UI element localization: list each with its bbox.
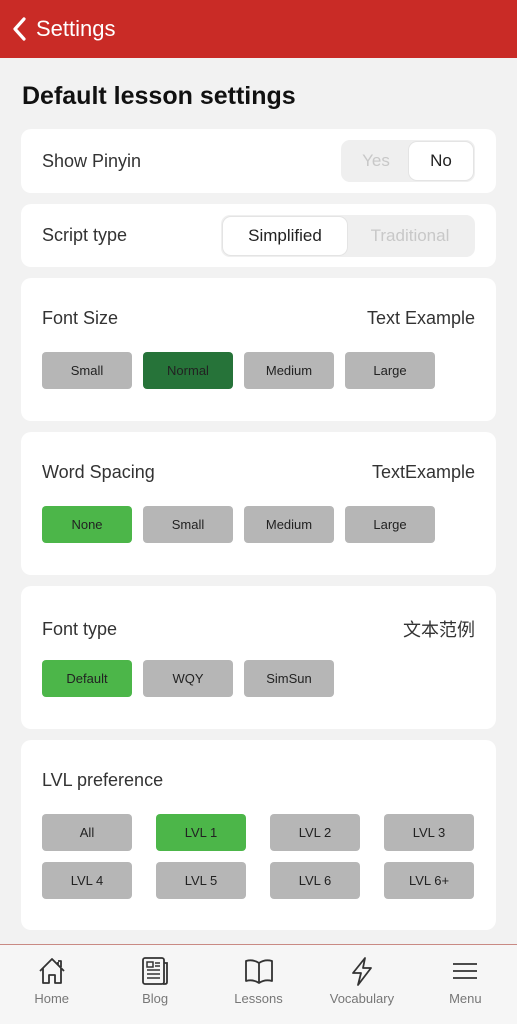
word-spacing-small-button[interactable]: Small	[143, 506, 233, 543]
font-type-card: Font type 文本范例 Default WQY SimSun	[21, 586, 496, 729]
nav-blog[interactable]: Blog	[103, 945, 206, 1024]
back-button[interactable]: Settings	[0, 0, 116, 58]
word-spacing-card: Word Spacing TextExample None Small Medi…	[21, 432, 496, 575]
pinyin-no-option[interactable]: No	[409, 142, 473, 180]
nav-lessons[interactable]: Lessons	[207, 945, 310, 1024]
nav-menu[interactable]: Menu	[414, 945, 517, 1024]
nav-home[interactable]: Home	[0, 945, 103, 1024]
font-type-simsun-button[interactable]: SimSun	[244, 660, 334, 697]
lvl-preference-title: LVL preference	[42, 770, 164, 790]
nav-lessons-label: Lessons	[234, 991, 283, 1006]
show-pinyin-toggle: Yes No	[341, 140, 475, 182]
word-spacing-large-button[interactable]: Large	[345, 506, 435, 543]
lvl-4-button[interactable]: LVL 4	[42, 862, 132, 899]
book-icon	[244, 959, 273, 984]
nav-blog-label: Blog	[142, 991, 169, 1006]
menu-icon	[453, 963, 478, 979]
lvl-6-plus-button[interactable]: LVL 6+	[384, 862, 474, 899]
font-type-title: Font type	[42, 618, 118, 639]
word-spacing-none-button[interactable]: None	[42, 506, 132, 543]
script-type-label: Script type	[42, 225, 128, 245]
newspaper-icon	[142, 957, 169, 985]
bottom-nav: Home Blog Lessons Vocabulary Menu	[0, 944, 517, 1024]
pinyin-yes-option[interactable]: Yes	[343, 142, 409, 180]
lvl-6-button[interactable]: LVL 6	[270, 862, 360, 899]
script-simplified-option[interactable]: Simplified	[223, 216, 347, 255]
font-size-sample: Text Example	[366, 308, 475, 328]
lightning-icon	[352, 957, 372, 986]
lvl-3-button[interactable]: LVL 3	[384, 814, 474, 851]
nav-home-label: Home	[34, 991, 70, 1006]
script-type-card: Script type Simplified Traditional	[21, 204, 496, 267]
top-bar: Settings	[0, 0, 517, 58]
home-icon	[39, 958, 65, 984]
nav-vocabulary-label: Vocabulary	[329, 991, 395, 1006]
word-spacing-medium-button[interactable]: Medium	[244, 506, 334, 543]
script-traditional-option[interactable]: Traditional	[347, 217, 473, 255]
font-size-normal-button[interactable]: Normal	[143, 352, 233, 389]
font-type-wqy-button[interactable]: WQY	[143, 660, 233, 697]
back-label: Settings	[36, 16, 116, 41]
lvl-preference-card: LVL preference All LVL 1 LVL 2 LVL 3 LVL…	[21, 740, 496, 930]
font-size-large-button[interactable]: Large	[345, 352, 435, 389]
lvl-all-button[interactable]: All	[42, 814, 132, 851]
lvl-2-button[interactable]: LVL 2	[270, 814, 360, 851]
show-pinyin-card: Show Pinyin Yes No	[21, 129, 496, 193]
script-type-toggle: Simplified Traditional	[221, 214, 475, 257]
font-type-sample: 文本范例	[403, 620, 475, 640]
font-size-medium-button[interactable]: Medium	[244, 352, 334, 389]
font-size-title: Font Size	[42, 308, 119, 328]
word-spacing-title: Word Spacing	[42, 462, 155, 482]
nav-menu-label: Menu	[449, 991, 482, 1006]
page-title: Default lesson settings	[22, 82, 296, 110]
word-spacing-sample: TextExample	[371, 462, 475, 482]
font-size-card: Font Size Text Example Small Normal Medi…	[21, 278, 496, 421]
font-size-small-button[interactable]: Small	[42, 352, 132, 389]
font-type-default-button[interactable]: Default	[42, 660, 132, 697]
chevron-left-icon	[13, 17, 26, 41]
show-pinyin-label: Show Pinyin	[42, 150, 142, 171]
lvl-5-button[interactable]: LVL 5	[156, 862, 246, 899]
lvl-1-button[interactable]: LVL 1	[156, 814, 246, 851]
nav-vocabulary[interactable]: Vocabulary	[310, 945, 413, 1024]
